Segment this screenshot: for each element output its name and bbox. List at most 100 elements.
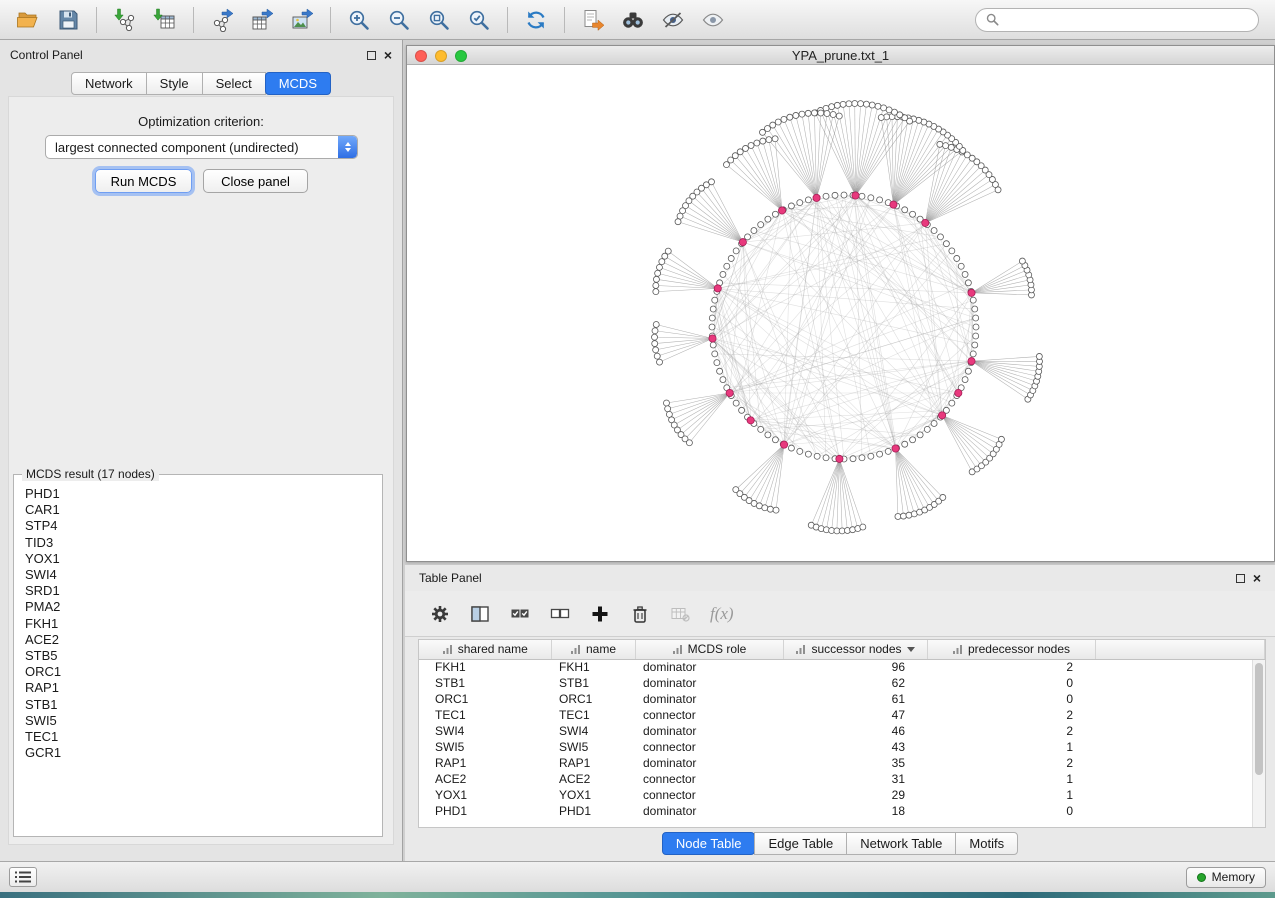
zoom-selected-button[interactable]: [461, 4, 497, 36]
import-network-icon: [113, 8, 137, 32]
network-window: YPA_prune.txt_1: [406, 45, 1275, 562]
table-row[interactable]: ACE2ACE2connector311: [419, 771, 1265, 787]
network-window-titlebar[interactable]: YPA_prune.txt_1: [407, 46, 1274, 65]
zoom-out-button[interactable]: [381, 4, 417, 36]
control-panel-title: Control Panel: [10, 48, 83, 62]
table-panel-header: Table Panel ×: [405, 565, 1275, 585]
list-item[interactable]: SRD1: [25, 583, 371, 599]
list-item[interactable]: ORC1: [25, 664, 371, 680]
share-document-button[interactable]: [575, 4, 611, 36]
list-item[interactable]: STP4: [25, 518, 371, 534]
column-header[interactable]: successor nodes: [783, 640, 927, 659]
table-settings-gear-icon[interactable]: [430, 604, 450, 624]
column-header[interactable]: predecessor nodes: [927, 640, 1095, 659]
table-row[interactable]: SWI5SWI5connector431: [419, 739, 1265, 755]
select-all-icon[interactable]: [510, 604, 530, 624]
list-item[interactable]: TEC1: [25, 729, 371, 745]
find-button[interactable]: [615, 4, 651, 36]
open-folder-icon: [16, 8, 40, 32]
delete-column-icon[interactable]: [630, 604, 650, 624]
toolbar-divider: [507, 7, 508, 33]
node-table-header-row: shared namenameMCDS rolesuccessor nodesp…: [419, 640, 1265, 659]
tab-node-table[interactable]: Node Table: [662, 832, 756, 855]
network-canvas[interactable]: [407, 65, 1274, 561]
list-item[interactable]: TID3: [25, 535, 371, 551]
table-row[interactable]: ORC1ORC1dominator610: [419, 691, 1265, 707]
zoom-in-button[interactable]: [341, 4, 377, 36]
list-item[interactable]: ACE2: [25, 632, 371, 648]
export-table-button[interactable]: [244, 4, 280, 36]
list-item[interactable]: RAP1: [25, 680, 371, 696]
import-table-button[interactable]: [147, 4, 183, 36]
list-item[interactable]: SWI5: [25, 713, 371, 729]
table-row[interactable]: FKH1FKH1dominator962: [419, 659, 1265, 675]
export-table-icon: [250, 8, 274, 32]
list-item[interactable]: STB5: [25, 648, 371, 664]
column-header[interactable]: shared name: [419, 640, 551, 659]
table-row[interactable]: PHD1PHD1dominator180: [419, 803, 1265, 819]
list-item[interactable]: CAR1: [25, 502, 371, 518]
close-panel-icon[interactable]: ×: [1253, 573, 1261, 583]
toolbar-divider: [564, 7, 565, 33]
zoom-selected-icon: [467, 8, 491, 32]
function-builder-icon[interactable]: f(x): [710, 604, 734, 624]
open-button[interactable]: [10, 4, 46, 36]
refresh-styles-button[interactable]: [518, 4, 554, 36]
table-scrollbar[interactable]: [1252, 660, 1265, 827]
column-header[interactable]: MCDS role: [635, 640, 783, 659]
sort-icon: [795, 644, 806, 655]
export-network-button[interactable]: [204, 4, 240, 36]
import-network-button[interactable]: [107, 4, 143, 36]
add-column-icon[interactable]: [590, 604, 610, 624]
table-row[interactable]: TEC1TEC1connector472: [419, 707, 1265, 723]
scrollbar-thumb[interactable]: [1255, 663, 1263, 775]
show-graphics-button[interactable]: [695, 4, 731, 36]
table-row[interactable]: SWI4SWI4dominator462: [419, 723, 1265, 739]
criterion-dropdown[interactable]: largest connected component (undirected): [45, 135, 358, 159]
float-panel-icon[interactable]: [1236, 574, 1245, 583]
list-item[interactable]: YOX1: [25, 551, 371, 567]
search-icon: [986, 13, 999, 26]
mcds-tab-content: Optimization criterion: largest connecte…: [8, 96, 394, 845]
optimization-criterion-label: Optimization criterion:: [9, 114, 393, 129]
network-window-title: YPA_prune.txt_1: [407, 48, 1274, 63]
zoom-in-icon: [347, 8, 371, 32]
column-visibility-icon[interactable]: [470, 604, 490, 624]
export-image-icon: [290, 8, 314, 32]
tab-edge-table[interactable]: Edge Table: [754, 832, 847, 855]
close-panel-icon[interactable]: ×: [384, 50, 392, 60]
table-row[interactable]: YOX1YOX1connector291: [419, 787, 1265, 803]
deselect-all-icon[interactable]: [550, 604, 570, 624]
column-header[interactable]: name: [551, 640, 635, 659]
binoculars-icon: [621, 8, 645, 32]
node-table: shared namenameMCDS rolesuccessor nodesp…: [418, 639, 1266, 828]
tab-select[interactable]: Select: [202, 72, 266, 95]
memory-button[interactable]: Memory: [1186, 867, 1266, 888]
tab-motifs[interactable]: Motifs: [955, 832, 1018, 855]
list-item[interactable]: PMA2: [25, 599, 371, 615]
list-item[interactable]: STB1: [25, 697, 371, 713]
sort-icon: [952, 644, 963, 655]
save-button[interactable]: [50, 4, 86, 36]
list-item[interactable]: GCR1: [25, 745, 371, 761]
list-item[interactable]: PHD1: [25, 486, 371, 502]
close-panel-button[interactable]: Close panel: [203, 169, 308, 193]
hide-graphics-button[interactable]: [655, 4, 691, 36]
tab-network-table[interactable]: Network Table: [846, 832, 956, 855]
tab-mcds[interactable]: MCDS: [265, 72, 331, 95]
zoom-fit-button[interactable]: [421, 4, 457, 36]
list-item[interactable]: SWI4: [25, 567, 371, 583]
list-icon: [15, 871, 31, 883]
run-mcds-button[interactable]: Run MCDS: [95, 169, 192, 193]
search-input[interactable]: [1005, 13, 1248, 27]
float-panel-icon[interactable]: [367, 51, 376, 60]
table-row[interactable]: RAP1RAP1dominator352: [419, 755, 1265, 771]
task-history-button[interactable]: [9, 867, 37, 887]
export-image-button[interactable]: [284, 4, 320, 36]
tab-style[interactable]: Style: [146, 72, 203, 95]
save-floppy-icon: [56, 8, 80, 32]
tab-network[interactable]: Network: [71, 72, 147, 95]
table-panel-tabs: Node TableEdge TableNetwork TableMotifs: [405, 832, 1275, 855]
table-row[interactable]: STB1STB1dominator620: [419, 675, 1265, 691]
list-item[interactable]: FKH1: [25, 616, 371, 632]
